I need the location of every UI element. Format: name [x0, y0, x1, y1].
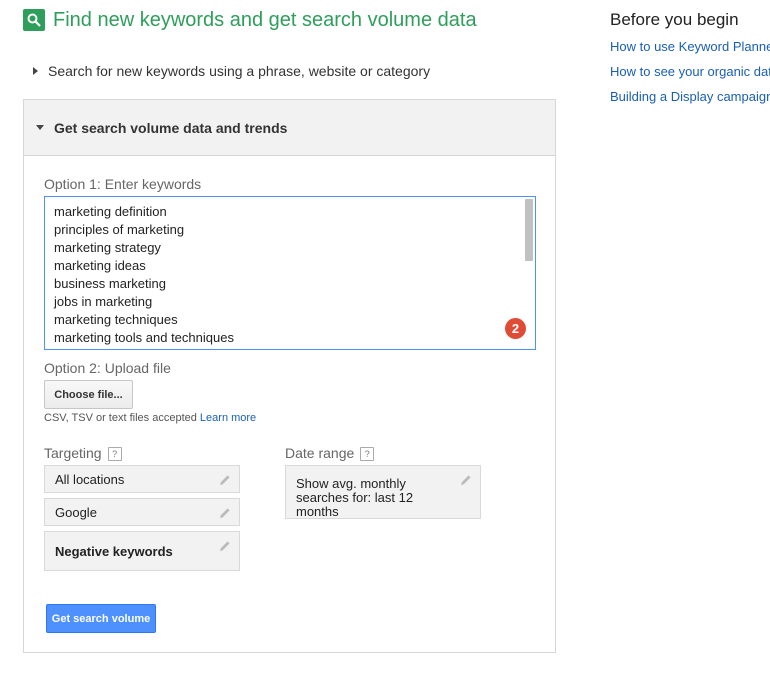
keywords-scrollbar[interactable] — [525, 199, 533, 261]
learn-more-link[interactable]: Learn more — [200, 412, 256, 424]
targeting-label: Targeting — [44, 445, 102, 461]
keyword-line: business marketing — [54, 276, 166, 291]
keyword-line: marketing tools and techniques — [54, 330, 234, 345]
option1-label: Option 1: Enter keywords — [44, 176, 202, 192]
targeting-locations[interactable]: All locations — [44, 465, 240, 493]
date-range-label: Date range — [285, 445, 355, 461]
targeting-help-icon[interactable]: ? — [107, 447, 122, 462]
keyword-line: marketing techniques — [54, 312, 178, 327]
get-search-volume-button[interactable]: Get search volume — [46, 604, 156, 633]
date-range-selector[interactable]: Show avg. monthly searches for: last 12 … — [285, 465, 481, 519]
keyword-line: marketing strategy — [54, 240, 161, 255]
date-range-label-row: Date range? — [285, 445, 375, 462]
keywords-list: marketing definition principles of marke… — [45, 197, 535, 347]
keyword-search-icon — [23, 9, 45, 31]
keyword-line: principles of marketing — [54, 222, 185, 237]
search-volume-heading: Get search volume data and trends — [54, 119, 288, 136]
keyword-line: jobs in marketing — [54, 294, 153, 309]
targeting-negative-keywords[interactable]: Negative keywords — [44, 531, 240, 571]
collapse-arrow-icon — [36, 125, 44, 130]
file-hint-text: CSV, TSV or text files accepted — [44, 412, 197, 424]
file-hint: CSV, TSV or text files accepted Learn mo… — [44, 412, 256, 424]
targeting-label-row: Targeting? — [44, 445, 122, 462]
search-new-keywords-label: Search for new keywords using a phrase, … — [48, 63, 431, 79]
step-badge: 2 — [505, 318, 526, 339]
pencil-icon — [219, 474, 231, 489]
sidebar-link-organic-data[interactable]: How to see your organic data — [610, 64, 770, 79]
pencil-icon — [219, 540, 231, 555]
date-range-value: Show avg. monthly searches for: last 12 … — [296, 476, 414, 519]
keyword-line: marketing definition — [54, 204, 167, 219]
sidebar-title: Before you begin — [610, 10, 739, 29]
sidebar-link-display-campaign[interactable]: Building a Display campaign — [610, 89, 770, 104]
page-title: Find new keywords and get search volume … — [53, 9, 477, 31]
expand-arrow-icon — [33, 67, 38, 75]
targeting-network[interactable]: Google — [44, 498, 240, 526]
targeting-locations-label: All locations — [55, 471, 125, 487]
keywords-textarea[interactable]: marketing definition principles of marke… — [44, 196, 536, 350]
targeting-network-label: Google — [55, 504, 97, 520]
choose-file-button[interactable]: Choose file... — [44, 380, 133, 409]
search-new-keywords-section-toggle[interactable]: Search for new keywords using a phrase, … — [33, 63, 430, 79]
pencil-icon — [219, 507, 231, 522]
search-volume-section-toggle[interactable]: Get search volume data and trends — [24, 100, 555, 156]
sidebar-link-keyword-planner[interactable]: How to use Keyword Planner — [610, 39, 770, 54]
option2-label: Option 2: Upload file — [44, 360, 171, 376]
keyword-line: marketing ideas — [54, 258, 146, 273]
date-range-help-icon[interactable]: ? — [360, 447, 375, 462]
negative-keywords-label: Negative keywords — [55, 543, 173, 559]
pencil-icon — [460, 474, 472, 489]
